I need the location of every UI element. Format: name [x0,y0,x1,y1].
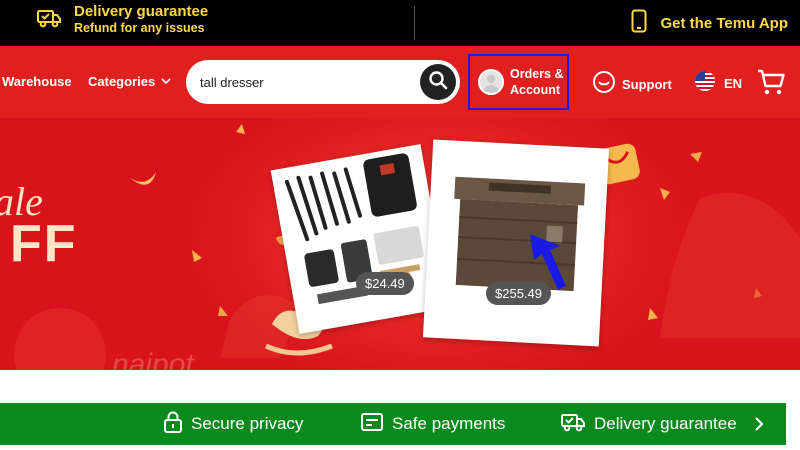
nav-categories[interactable]: Categories [88,74,171,89]
trust-safe-payments-label: Safe payments [392,414,506,433]
get-app-link[interactable]: Get the Temu App [631,0,789,46]
language-selector[interactable]: EN [692,71,742,96]
trust-bar[interactable]: Secure privacy Safe payments Delivery gu… [0,403,786,445]
orders-account-button[interactable]: Orders & Account [468,54,569,110]
trust-delivery-guarantee-label: Delivery guarantee [594,414,737,433]
search-input[interactable] [200,60,420,104]
delivery-guarantee-subtitle: Refund for any issues [74,21,205,35]
truck-check-icon [36,7,62,34]
product-card-fire-pit[interactable] [422,139,610,347]
us-flag-icon [692,71,718,96]
trust-secure-privacy: Secure privacy [163,403,303,445]
banner-watermark: naipot [112,348,194,370]
account-line2: Account [510,83,560,97]
main-header: Warehouse Categories Orders & Account Su… [0,46,800,118]
survival-kit-image [284,153,424,305]
avatar [478,69,504,95]
fire-pit-image [454,176,586,292]
trust-delivery-guarantee: Delivery guarantee [560,403,737,445]
language-label: EN [724,76,743,91]
support-chat-icon [592,70,616,99]
search-button[interactable] [420,64,456,100]
nav-categories-label: Categories [88,74,156,89]
top-promo-bar: Delivery guarantee Refund for any issues… [0,0,800,46]
promo-banner[interactable]: ale FF [0,118,800,370]
trust-secure-privacy-label: Secure privacy [191,414,304,433]
card-icon [360,412,384,437]
annotation-arrow-icon [526,234,570,299]
get-app-label: Get the Temu App [660,14,789,32]
banner-off-text: FF [10,215,78,273]
delivery-guarantee-promo[interactable]: Delivery guarantee Refund for any issues [36,3,208,36]
delivery-guarantee-title: Delivery guarantee [74,3,209,20]
account-line1: Orders & [510,67,564,81]
cart-icon [756,69,786,100]
support-link[interactable]: Support [592,70,672,99]
product-card-survival-kit[interactable] [270,144,450,334]
price-tag-survival-kit: $24.49 [356,272,414,295]
nav-warehouse[interactable]: Warehouse [2,74,72,89]
lock-icon [163,411,183,438]
truck-check-icon [560,411,586,438]
phone-icon [631,9,647,38]
support-label: Support [622,77,672,92]
cart-button[interactable] [756,68,786,101]
topbar-divider [414,6,415,40]
chevron-right-icon[interactable] [754,416,764,437]
chevron-down-icon [161,73,171,88]
trust-safe-payments: Safe payments [360,403,505,445]
search-bar [186,60,460,104]
search-icon [428,70,448,95]
